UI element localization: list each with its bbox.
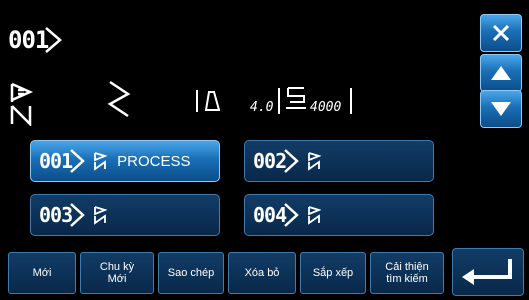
copy-button-label: Sao chép — [167, 267, 215, 279]
program-button-001[interactable]: 001 PROCESS — [30, 140, 220, 182]
program-number: 001 — [39, 149, 73, 173]
motor-speed-icon — [286, 87, 306, 109]
improve-search-button[interactable]: Cải thiện tìm kiếm — [370, 252, 444, 294]
enter-icon — [462, 259, 512, 285]
sort-button-label: Sắp xếp — [312, 267, 354, 279]
tack-stitch-icon — [10, 82, 34, 126]
pattern-arrow-icon — [284, 149, 299, 173]
new-cycle-button[interactable]: Chu kỳ Mới — [80, 252, 154, 294]
program-number: 003 — [39, 203, 73, 227]
pattern-arrow-icon — [70, 203, 85, 227]
new-cycle-label-line-2: Mới — [107, 273, 127, 285]
current-pattern-header: 001 — [8, 26, 63, 54]
scroll-down-button[interactable] — [480, 90, 522, 128]
improve-search-label-line-2: tìm kiếm — [386, 273, 428, 285]
pattern-arrow-icon — [45, 27, 63, 53]
delete-button-label: Xóa bỏ — [244, 267, 280, 279]
program-name: PROCESS — [117, 152, 191, 170]
tack-stitch-icon — [308, 152, 322, 171]
speed-value: 4000 — [310, 100, 342, 115]
program-number: 004 — [253, 203, 287, 227]
pattern-arrow-icon — [284, 203, 299, 227]
program-button-002[interactable]: 002 — [244, 140, 434, 182]
tack-stitch-icon — [308, 206, 322, 225]
speed-divider-icon — [278, 88, 280, 114]
new-cycle-label-line-1: Chu kỳ — [99, 261, 135, 273]
program-number: 002 — [253, 149, 287, 173]
scroll-up-button[interactable] — [480, 54, 522, 92]
tension-value: 4.0 — [250, 100, 274, 115]
delete-button[interactable]: Xóa bỏ — [228, 252, 296, 294]
new-button-label: Mới — [32, 267, 52, 279]
triangle-up-icon — [491, 66, 511, 80]
tack-stitch-icon — [94, 206, 108, 225]
pattern-arrow-icon — [70, 149, 85, 173]
tack-stitch-icon — [94, 152, 108, 171]
current-pattern-number: 001 — [8, 26, 49, 54]
speed-end-divider-icon — [350, 88, 352, 114]
status-row: 4.0 4000 — [8, 78, 388, 128]
presser-foot-icon — [196, 90, 221, 112]
zigzag-icon — [107, 80, 131, 118]
program-button-004[interactable]: 004 — [244, 194, 434, 236]
program-button-003[interactable]: 003 — [30, 194, 220, 236]
enter-button[interactable] — [452, 248, 524, 296]
close-button[interactable] — [480, 14, 522, 52]
triangle-down-icon — [491, 102, 511, 116]
copy-button[interactable]: Sao chép — [158, 252, 224, 294]
sort-button[interactable]: Sắp xếp — [300, 252, 366, 294]
new-button[interactable]: Mới — [8, 252, 76, 294]
improve-search-label-line-1: Cải thiện — [385, 261, 429, 273]
close-icon — [492, 24, 510, 42]
